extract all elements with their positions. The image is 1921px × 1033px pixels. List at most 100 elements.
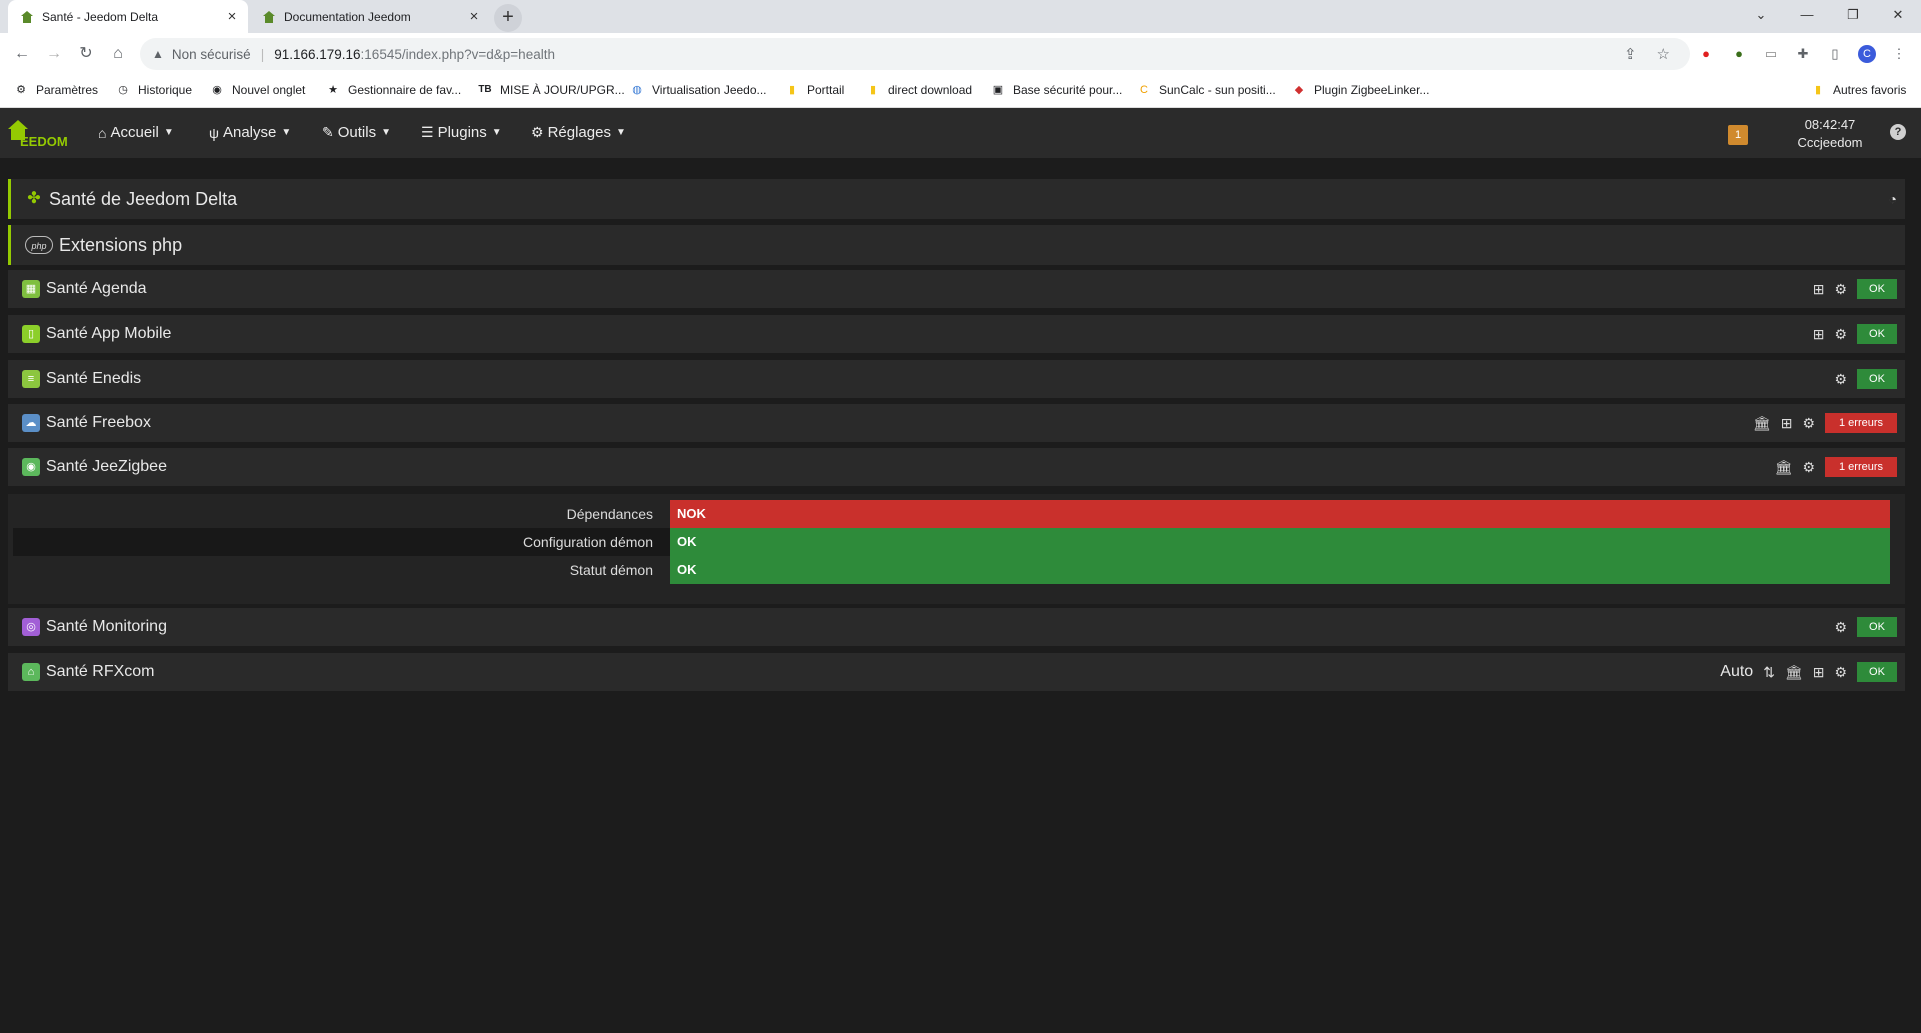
status-badge: 1 erreurs — [1825, 413, 1897, 433]
close-icon[interactable]: × — [224, 8, 240, 25]
bookmark-star-icon[interactable]: ☆ — [1657, 45, 1670, 63]
bookmark-other[interactable]: ▮ Autres favoris — [1811, 83, 1906, 97]
medkit-icon[interactable]: ⊞ — [1781, 415, 1793, 432]
detail-value: OK — [670, 556, 1890, 584]
bookmark-item[interactable]: ⚙ Paramètres — [14, 83, 98, 97]
freebox-icon: ☁ — [22, 414, 40, 432]
bookmark-item[interactable]: C SunCalc - sun positi... — [1137, 83, 1276, 97]
enedis-icon: ≡ — [22, 370, 40, 388]
home-icon: ⌂ — [98, 124, 107, 141]
monitoring-icon: ◎ — [22, 618, 40, 636]
menu-accueil[interactable]: ⌂ Accueil ▼ — [98, 124, 174, 141]
panel-title: Santé RFXcom — [46, 663, 155, 680]
php-section-title: php Extensions php — [25, 225, 182, 265]
panel-jeedom-health[interactable]: ✤ Santé de Jeedom Delta ◔ — [8, 179, 1905, 219]
new-tab-button[interactable]: + — [494, 4, 522, 32]
bank-icon[interactable]: 🏛 — [1753, 415, 1771, 432]
menu-analyse[interactable]: ψ Analyse ▼ — [209, 124, 291, 141]
share-icon[interactable]: ⇪ — [1624, 45, 1637, 63]
bookmark-item[interactable]: ◉ Nouvel onglet — [210, 83, 305, 97]
bank-icon[interactable]: 🏛 — [1785, 664, 1803, 681]
menu-outils[interactable]: ✎ Outils ▼ — [322, 124, 391, 141]
medkit-icon[interactable]: ⊞ — [1813, 664, 1825, 681]
panel-sante-rfxcom[interactable]: ⌂ Santé RFXcom Auto ⇅ 🏛 ⊞ ⚙ OK — [8, 653, 1905, 691]
help-icon[interactable]: ? — [1890, 124, 1906, 140]
panel-sante-app-mobile[interactable]: ▯ Santé App Mobile ⊞ ⚙ OK — [8, 315, 1905, 353]
medkit-icon[interactable]: ⊞ — [1813, 281, 1825, 298]
doc-icon: ▣ — [992, 84, 1004, 96]
medkit-icon[interactable]: ⊞ — [1813, 326, 1825, 343]
bank-icon[interactable]: 🏛 — [1775, 459, 1793, 476]
gears-icon[interactable]: ⚙ — [1834, 281, 1847, 298]
bookmark-item[interactable]: ▮ direct download — [866, 83, 972, 97]
status-badge: OK — [1857, 662, 1897, 682]
back-icon[interactable]: ← — [9, 41, 35, 67]
forward-icon[interactable]: → — [41, 41, 67, 67]
separator: | — [260, 46, 265, 62]
tab-search-icon[interactable]: ⌄ — [1738, 0, 1784, 33]
bookmark-item[interactable]: ▣ Base sécurité pour... — [991, 83, 1123, 97]
message-badge[interactable]: 1 — [1728, 125, 1748, 145]
gears-icon[interactable]: ⚙ — [1834, 619, 1847, 636]
extension-icon[interactable]: ● — [1730, 45, 1748, 63]
star-icon: ★ — [328, 84, 338, 96]
close-icon[interactable]: × — [466, 8, 482, 25]
close-window-icon[interactable]: ✕ — [1875, 0, 1921, 33]
panel-sante-monitoring[interactable]: ◎ Santé Monitoring ⚙ OK — [8, 608, 1905, 646]
panel-sante-freebox[interactable]: ☁ Santé Freebox 🏛 ⊞ ⚙ 1 erreurs — [8, 404, 1905, 442]
rfxcom-icon: ⌂ — [22, 663, 40, 681]
panel-title: Santé JeeZigbee — [46, 458, 167, 475]
opera-icon[interactable]: ● — [1697, 45, 1715, 63]
gears-icon[interactable]: ⚙ — [1834, 371, 1847, 388]
menu-plugins[interactable]: ☰ Plugins ▼ — [421, 124, 502, 141]
panel-sante-enedis[interactable]: ≡ Santé Enedis ⚙ OK — [8, 360, 1905, 398]
profile-avatar[interactable]: C — [1858, 45, 1876, 63]
bookmark-item[interactable]: ◆ Plugin ZigbeeLinker... — [1292, 83, 1430, 97]
address-bar[interactable]: ▲ Non sécurisé | 91.166.179.16 :16545/in… — [140, 38, 1690, 70]
reload-icon[interactable]: ↻ — [73, 41, 99, 67]
clock-user[interactable]: 08:42:47 Cccjeedom — [1795, 116, 1865, 152]
home-icon[interactable]: ⌂ — [105, 41, 131, 67]
bookmark-item[interactable]: TB MISE À JOUR/UPGR... — [478, 83, 624, 97]
panel-sante-agenda[interactable]: ▦ Santé Agenda ⊞ ⚙ OK — [8, 270, 1905, 308]
dashboard-icon[interactable]: ◔ — [1889, 191, 1897, 207]
jeedom-logo[interactable]: EEDOM — [8, 116, 78, 150]
agenda-icon: ▦ — [22, 280, 40, 298]
list-icon: ☰ — [421, 124, 434, 140]
status-badge: OK — [1857, 279, 1897, 299]
restore-icon[interactable]: ❐ — [1830, 0, 1876, 33]
bookmark-item[interactable]: ◍ Virtualisation Jeedo... — [630, 83, 766, 97]
bookmark-item[interactable]: ◷ Historique — [116, 83, 192, 97]
panel-actions: ⊞ ⚙ OK — [1813, 270, 1897, 308]
panel-title: Santé App Mobile — [46, 325, 172, 342]
detail-label: Statut démon — [569, 562, 653, 578]
panel-sante-jeezigbee[interactable]: ◉ Santé JeeZigbee 🏛 ⚙ 1 erreurs — [8, 448, 1905, 486]
tab-documentation[interactable]: Documentation Jeedom × — [250, 0, 490, 33]
wrench-icon: ✎ — [322, 124, 334, 140]
browser-toolbar: ← → ↻ ⌂ ▲ Non sécurisé | 91.166.179.16 :… — [0, 33, 1921, 75]
puzzle-icon[interactable]: ✚ — [1794, 45, 1812, 63]
gears-icon[interactable]: ⚙ — [1802, 459, 1815, 476]
panel-actions: 🏛 ⚙ 1 erreurs — [1775, 448, 1897, 486]
gears-icon[interactable]: ⚙ — [1802, 415, 1815, 432]
menu-dots-icon[interactable]: ⋮ — [1890, 45, 1908, 63]
bookmark-item[interactable]: ▮ Porttail — [785, 83, 844, 97]
gears-icon[interactable]: ⚙ — [1834, 664, 1847, 681]
clock-time: 08:42:47 — [1804, 117, 1856, 132]
panel-actions: ⚙ OK — [1834, 608, 1897, 646]
minimize-icon[interactable]: — — [1784, 0, 1830, 33]
bookmark-item[interactable]: ★ Gestionnaire de fav... — [326, 83, 461, 97]
jeezigbee-details: Dépendances NOK Configuration démon OK S… — [8, 494, 1905, 604]
plugin-icon: ◆ — [1294, 84, 1304, 96]
tab-sante[interactable]: Santé - Jeedom Delta × — [8, 0, 248, 33]
cast-icon[interactable]: ▭ — [1762, 45, 1780, 63]
user-name: Cccjeedom — [1797, 135, 1863, 150]
sidepanel-icon[interactable]: ▯ — [1826, 45, 1844, 63]
detail-row: Dépendances NOK — [13, 500, 1890, 528]
panel-php-extensions[interactable]: php Extensions php — [8, 225, 1905, 265]
gear-icon: ⚙ — [16, 84, 26, 96]
gears-icon[interactable]: ⚙ — [1834, 326, 1847, 343]
menu-reglages[interactable]: ⚙ Réglages ▼ — [531, 124, 626, 141]
folder-icon: ▮ — [869, 84, 877, 96]
sort-arrows-icon[interactable]: ⇅ — [1763, 664, 1775, 681]
